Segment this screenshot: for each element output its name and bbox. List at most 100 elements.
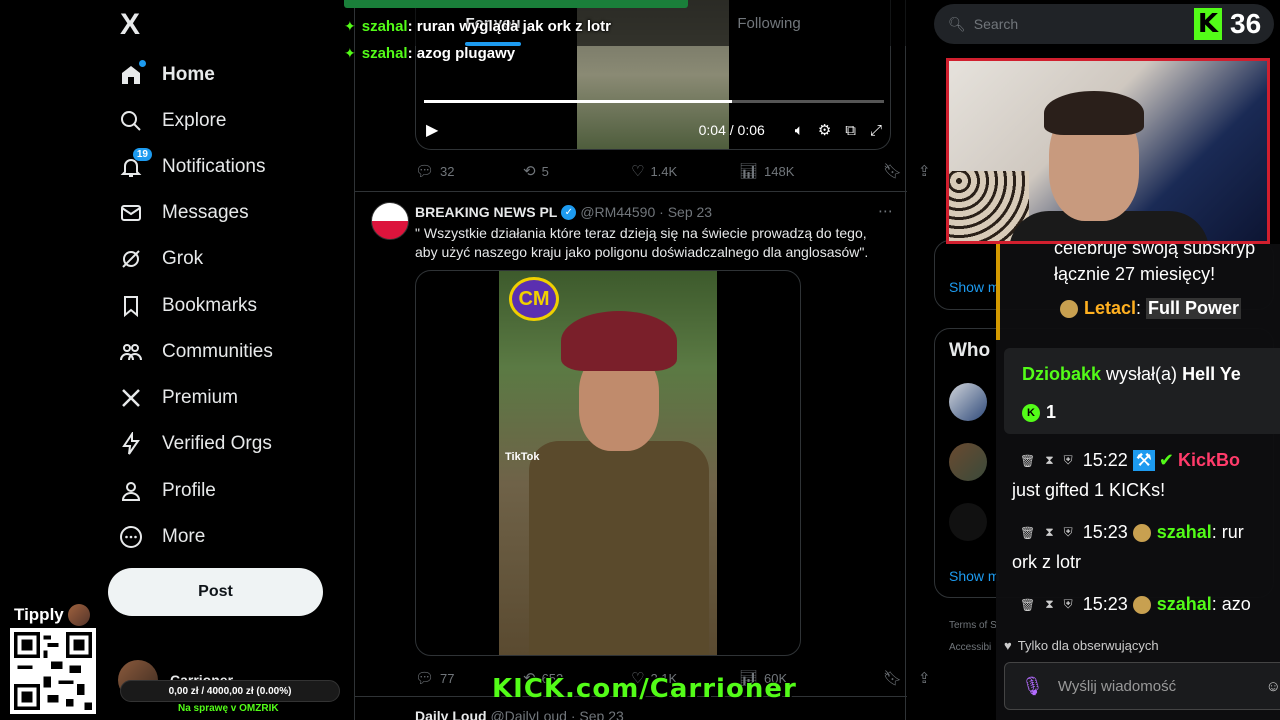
settings-icon[interactable]: ⚙︎ xyxy=(818,121,831,139)
nav-home[interactable]: Home xyxy=(118,53,215,97)
nav-premium[interactable]: Premium xyxy=(118,376,238,420)
show-more-link[interactable]: Show m xyxy=(949,568,1000,584)
reply-icon: 💬︎ xyxy=(415,670,435,687)
lightning-icon xyxy=(118,431,144,457)
donation-goal-bar: 0,00 zł / 4000,00 zł (0.00%) xyxy=(120,680,340,702)
who-to-follow-title: Who xyxy=(949,340,991,361)
nav-bookmarks[interactable]: Bookmarks xyxy=(118,284,257,328)
nav-messages[interactable]: Messages xyxy=(118,191,249,235)
volume-icon[interactable]: 🔈︎ xyxy=(795,122,804,139)
chat-message: 🗑︎ ⧗ ⛨ 15:23 szahal: azo xyxy=(1020,594,1251,614)
envelope-icon xyxy=(118,200,144,226)
accessibility-link[interactable]: Accessibi xyxy=(949,642,991,653)
verified-icon: ✓ xyxy=(561,204,577,220)
trash-icon: 🗑︎ xyxy=(1020,525,1036,540)
video-frame: CM TikTok xyxy=(499,271,717,655)
more-icon[interactable]: ⋯ xyxy=(878,202,893,220)
x-logo[interactable]: X xyxy=(120,8,140,42)
emote-picker-icon: ☺ xyxy=(1265,677,1280,695)
more-circle-icon xyxy=(118,524,144,550)
nav-label: More xyxy=(162,526,206,547)
chart-icon: 📊︎ xyxy=(739,163,759,180)
emote-icon xyxy=(1060,299,1078,318)
people-icon xyxy=(118,339,144,365)
video-time: 0:04 / 0:06 xyxy=(698,122,765,138)
author-name: Daily Loud xyxy=(415,708,487,720)
post-button[interactable]: Post xyxy=(108,568,323,616)
top-chat-overlay: ✦ szahal : ruran wygląda jak ork z lotr … xyxy=(344,0,688,62)
share-icon[interactable]: ⇪ xyxy=(918,162,931,180)
search-placeholder: Search xyxy=(973,16,1019,32)
gem-icon: ✦ xyxy=(344,45,356,61)
reply-button[interactable]: 💬︎ 32 xyxy=(415,162,523,180)
nav-label: Home xyxy=(162,64,215,85)
nav-label: Bookmarks xyxy=(162,295,258,316)
bookmark-icon[interactable]: 🔖︎ xyxy=(883,669,902,687)
tipply-label: Tipply xyxy=(14,604,90,626)
terms-link[interactable]: Terms of S xyxy=(949,620,997,631)
home-icon xyxy=(118,60,146,88)
mic-icon: 🎙︎ xyxy=(1021,675,1044,696)
show-more-link[interactable]: Show m xyxy=(949,279,1000,295)
timeout-icon: ⧗ xyxy=(1045,525,1054,539)
heart-icon: ♡ xyxy=(631,163,645,180)
nav-grok[interactable]: Grok xyxy=(118,237,203,281)
tiktok-watermark: TikTok xyxy=(505,451,540,463)
nav-label: Messages xyxy=(162,202,249,223)
tweet-video[interactable]: CM TikTok xyxy=(415,270,801,656)
search-icon: 🔍︎ xyxy=(948,15,966,32)
nav-verified-orgs[interactable]: Verified Orgs xyxy=(118,422,272,466)
repost-button[interactable]: ⟲ 5 xyxy=(523,162,631,180)
author-handle[interactable]: @RM44590 xyxy=(580,204,655,220)
nav-profile[interactable]: Profile xyxy=(118,469,216,513)
emote-icon xyxy=(1132,523,1151,542)
kick-coin-icon: K xyxy=(1022,403,1040,422)
nav-label: Grok xyxy=(162,248,204,269)
tweet-header[interactable]: Daily Loud @DailyLoud · Sep 23 xyxy=(415,708,624,720)
chat-line: ✦ szahal : ruran wygląda jak ork z lotr xyxy=(344,18,611,35)
fullscreen-icon[interactable]: ⤢ xyxy=(870,122,882,139)
stream-chat: celebruje swoją subskryp łącznie 27 mies… xyxy=(996,244,1280,720)
nav-communities[interactable]: Communities xyxy=(118,330,273,374)
chat-message: 🗑︎ ⧗ ⛨ 15:23 szahal: rur xyxy=(1020,522,1244,542)
gift-alert: Dziobakk wysłał(a) Hell Ye K 1 xyxy=(1004,348,1280,434)
shield-icon: ⛨ xyxy=(1063,453,1073,467)
bell-icon: 19 xyxy=(118,148,152,180)
trash-icon: 🗑︎ xyxy=(1020,453,1036,468)
chat-input[interactable]: 🎙︎ Wyślij wiadomość ☺ xyxy=(1004,662,1280,710)
nav-label: Explore xyxy=(162,110,227,131)
video-progress-bar[interactable] xyxy=(424,100,884,103)
chat-message-text: ork z lotr xyxy=(1012,552,1082,572)
nav-explore[interactable]: Explore xyxy=(118,99,226,143)
webcam-overlay xyxy=(946,58,1270,244)
channel-logo: CM xyxy=(509,277,559,321)
bookmark-icon xyxy=(118,293,144,319)
nav-label: Verified Orgs xyxy=(162,433,272,454)
chat-message: 🗑︎ ⧗ ⛨ 15:22 ⚒ ✔ KickBo xyxy=(1020,450,1240,471)
notification-badge: 19 xyxy=(132,148,152,161)
nav-more[interactable]: More xyxy=(118,515,205,559)
bookmark-icon[interactable]: 🔖︎ xyxy=(883,162,902,180)
avatar[interactable] xyxy=(371,202,409,240)
donation-goal-label: Na sprawę v OMZRIK xyxy=(178,703,279,714)
timeout-icon: ⧗ xyxy=(1045,453,1054,467)
views-button[interactable]: 📊︎ 148K xyxy=(739,162,847,180)
chat-message-text: just gifted 1 KICKs! xyxy=(1012,480,1166,500)
share-icon[interactable]: ⇪ xyxy=(918,669,931,687)
emote-icon xyxy=(1132,595,1151,614)
viewer-count: 36 xyxy=(1230,8,1262,39)
pip-icon[interactable]: ⧉ xyxy=(845,122,856,139)
main-feed: ▶ 0:04 / 0:06 🔈︎ ⚙︎ ⧉ ⤢ For you Followin… xyxy=(354,0,931,720)
subscription-alert: celebruje swoją subskryp łącznie 27 mies… xyxy=(996,244,1280,340)
avatar[interactable] xyxy=(949,383,987,421)
nav-notifications[interactable]: 19 Notifications xyxy=(118,145,266,189)
avatar[interactable] xyxy=(949,503,987,541)
author-name[interactable]: BREAKING NEWS PL xyxy=(415,204,557,220)
like-button[interactable]: ♡ 1.4K xyxy=(631,162,739,180)
avatar[interactable] xyxy=(949,443,987,481)
repost-icon: ⟲ xyxy=(523,163,536,180)
play-icon[interactable]: ▶ xyxy=(426,120,438,140)
video-controls: ▶ 0:04 / 0:06 🔈︎ ⚙︎ ⧉ ⤢ xyxy=(416,116,890,144)
grok-icon xyxy=(118,246,144,272)
tweet-date[interactable]: Sep 23 xyxy=(668,204,712,220)
